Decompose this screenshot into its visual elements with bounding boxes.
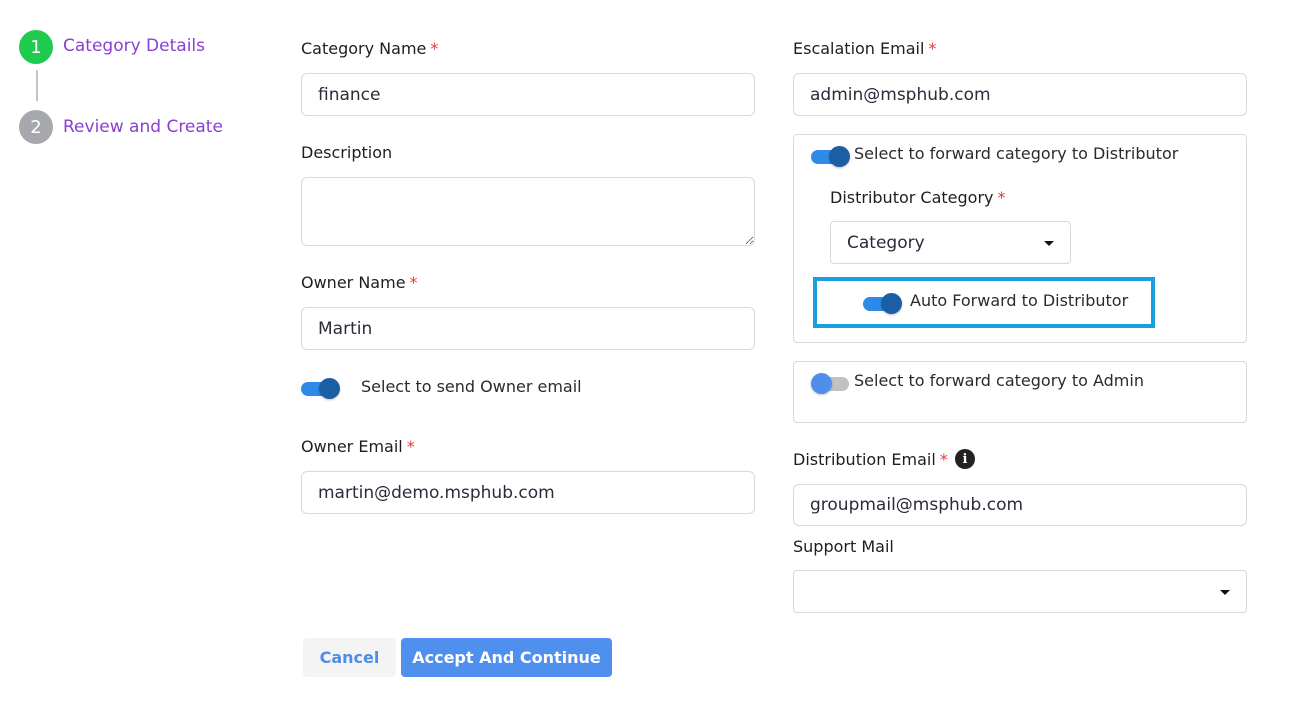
auto-forward-toggle[interactable] [863,292,903,314]
step-1-indicator: 1 [19,30,53,64]
forward-distributor-toggle[interactable] [811,145,851,167]
required-marker: * [928,39,937,58]
distributor-category-label: Distributor Category * [830,188,1006,207]
required-marker: * [409,273,418,292]
distributor-category-select[interactable]: Category [830,221,1071,264]
support-mail-label: Support Mail [793,537,894,556]
category-name-input[interactable] [301,73,755,116]
toggle-thumb [319,378,340,399]
stepper-connector [36,70,38,101]
step-2-label[interactable]: Review and Create [63,117,223,137]
description-textarea[interactable] [301,177,755,246]
step-1-label[interactable]: Category Details [63,36,205,56]
send-owner-email-toggle[interactable] [301,377,341,399]
owner-name-input[interactable] [301,307,755,350]
info-icon[interactable]: i [955,449,975,469]
required-marker: * [939,450,948,469]
toggle-thumb [829,146,850,167]
support-mail-select[interactable] [793,570,1247,613]
distributor-category-value: Category [847,232,925,253]
forward-distributor-label: Select to forward category to Distributo… [854,144,1179,163]
toggle-thumb [811,373,832,394]
required-marker: * [406,437,415,456]
owner-email-label: Owner Email * [301,437,415,456]
accept-and-continue-button[interactable]: Accept And Continue [401,638,612,677]
category-name-label: Category Name * [301,39,439,58]
owner-email-input[interactable] [301,471,755,514]
description-label: Description [301,143,393,162]
required-marker: * [997,188,1006,207]
escalation-email-label: Escalation Email * [793,39,937,58]
escalation-email-input[interactable] [793,73,1247,116]
chevron-down-icon [1044,241,1054,246]
step-2-indicator: 2 [19,110,53,144]
forward-admin-label: Select to forward category to Admin [854,371,1144,390]
owner-name-label: Owner Name * [301,273,418,292]
forward-admin-toggle[interactable] [811,372,851,394]
distribution-email-label: Distribution Email * [793,450,948,469]
required-marker: * [430,39,439,58]
toggle-thumb [881,293,902,314]
send-owner-email-label: Select to send Owner email [361,377,582,396]
chevron-down-icon [1220,590,1230,595]
cancel-button[interactable]: Cancel [303,638,396,677]
auto-forward-label: Auto Forward to Distributor [910,291,1129,310]
distribution-email-input[interactable] [793,484,1247,526]
